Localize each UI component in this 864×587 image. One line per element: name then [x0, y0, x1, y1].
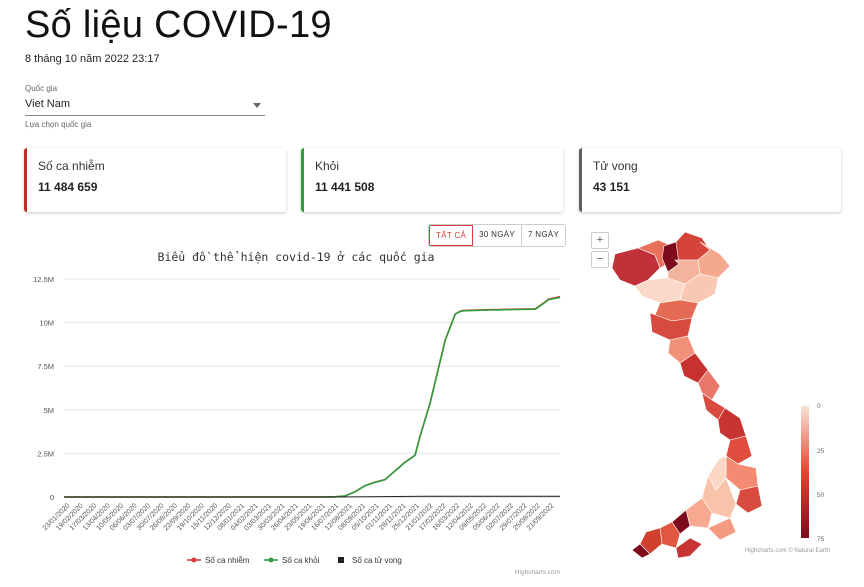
recovered-card: Khỏi 11 441 508	[301, 148, 563, 212]
country-select-label: Quốc gia	[25, 84, 58, 93]
last-updated-timestamp: 8 tháng 10 năm 2022 23:17	[25, 53, 160, 65]
country-select-value: Viet Nam	[25, 98, 71, 110]
legend-marker-0	[191, 557, 197, 563]
recovered-value: 11 441 508	[315, 180, 375, 194]
legend-marker-1	[268, 557, 274, 563]
legend-label-0[interactable]: Số ca nhiễm	[205, 556, 250, 565]
covid-line-chart: Biểu đồ thể hiện covid-19 ở các quốc gia…	[33, 250, 561, 576]
vietnam-choropleth-map: 0 25 50 75	[611, 231, 825, 558]
y-tick-label: 7.5M	[37, 362, 54, 371]
page-title: Số liệu COVID-19	[25, 4, 332, 46]
recovered-card-accent	[301, 148, 304, 212]
recovered-label: Khỏi	[315, 159, 340, 173]
map-legend-label-50: 50	[817, 492, 825, 499]
deaths-label: Tử vong	[593, 159, 638, 173]
map-legend-label-25: 25	[817, 448, 825, 455]
infected-label: Số ca nhiễm	[38, 159, 105, 173]
infected-card-accent	[24, 148, 27, 212]
country-select[interactable]: Viet Nam	[25, 96, 265, 116]
deaths-card: Tử vong 43 151	[579, 148, 841, 212]
northern-provinces[interactable]	[611, 231, 731, 322]
chart-title: Biểu đồ thể hiện covid-19 ở các quốc gia	[158, 250, 435, 264]
chevron-down-icon[interactable]	[253, 103, 261, 108]
country-select-hint: Lựa chọn quốc gia	[25, 120, 92, 129]
infected-card: Số ca nhiễm 11 484 659	[24, 148, 286, 212]
map-legend-label-0: 0	[817, 403, 821, 410]
y-tick-label: 12.5M	[33, 275, 54, 284]
southern-provinces[interactable]	[631, 475, 737, 558]
y-tick-label: 10M	[39, 319, 54, 328]
y-tick-label: 0	[50, 493, 54, 502]
deaths-card-accent	[579, 148, 582, 212]
series-line-0	[64, 295, 561, 498]
legend-label-2[interactable]: Số ca tử vong	[352, 556, 402, 565]
y-tick-label: 2.5M	[37, 449, 54, 458]
map-credits[interactable]: Highcharts.com © Natural Earth	[745, 548, 830, 554]
map-color-axis	[801, 406, 809, 538]
legend-marker-2	[338, 557, 344, 563]
map-legend-label-75: 75	[817, 536, 825, 543]
chart-credits[interactable]: Highcharts.com	[515, 569, 560, 576]
deaths-value: 43 151	[593, 180, 630, 194]
infected-value: 11 484 659	[38, 180, 98, 194]
y-tick-label: 5M	[44, 406, 54, 415]
legend-label-1[interactable]: Số ca khỏi	[282, 556, 320, 565]
series-line-1	[64, 296, 561, 498]
